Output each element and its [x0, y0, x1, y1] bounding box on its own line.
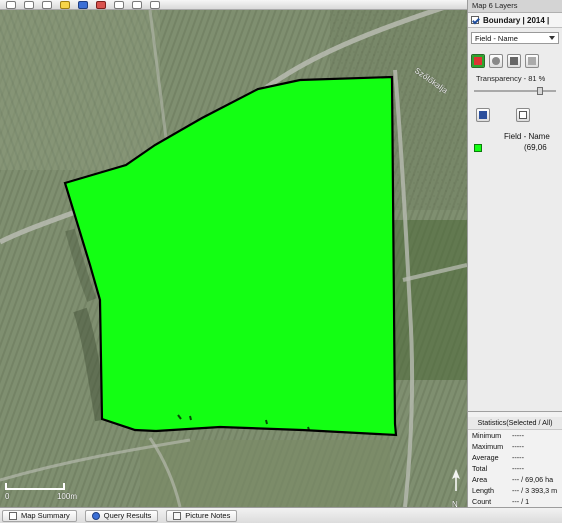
tool-icon-5[interactable] [78, 0, 88, 9]
stats-value: --- / 69,06 ha [512, 475, 554, 484]
field-name-select-value: Field - Name [475, 33, 518, 43]
tool-icon-4[interactable] [60, 0, 70, 9]
stats-row: Average ----- [468, 452, 562, 463]
aerial-map [0, 10, 467, 507]
statistics-title: Statistics(Selected / All) [468, 417, 562, 430]
legend-value: (69,06 [524, 143, 547, 152]
scale-labels: 0 100m [5, 492, 77, 501]
chart-button[interactable] [525, 54, 539, 68]
slider-thumb[interactable] [537, 87, 544, 95]
tab-picture-notes[interactable]: Picture Notes [166, 509, 238, 522]
scale-bar: 0 100m [5, 483, 77, 501]
tab-label: Query Results [103, 511, 152, 520]
stats-row: Maximum ----- [468, 441, 562, 452]
stats-key: Average [472, 453, 499, 462]
scale-bar-graphic [5, 483, 65, 490]
tab-label: Map Summary [21, 511, 70, 520]
stats-row: Total ----- [468, 463, 562, 474]
tool-icon-6[interactable] [96, 0, 106, 9]
stats-key: Minimum [472, 431, 502, 440]
palette-icon [474, 57, 482, 65]
bottom-tabs: Map Summary Query Results Picture Notes [0, 507, 562, 523]
map-canvas[interactable]: Szőlőkalja 0 100m N [0, 10, 467, 507]
tool-icon-7[interactable] [114, 0, 124, 9]
tool-icon-3[interactable] [42, 0, 52, 9]
legend-title: Field - Name [504, 132, 550, 141]
chevron-down-icon [549, 36, 555, 40]
gis-app-window: Szőlőkalja 0 100m N Map 6 Layers Boundar… [0, 0, 562, 523]
stats-key: Length [472, 486, 494, 495]
symbols-button[interactable] [489, 54, 503, 68]
stats-key: Area [472, 475, 488, 484]
stats-value: ----- [512, 464, 524, 473]
panel-spacer [468, 152, 562, 411]
tab-query-results[interactable]: Query Results [84, 509, 159, 522]
export-icon [479, 111, 487, 119]
statistics-rows: Minimum ----- Maximum ----- Average ----- Tota… [468, 430, 562, 507]
statistics-panel: Statistics(Selected / All) Minimum ----- M… [468, 411, 562, 507]
tool-icon-9[interactable] [150, 0, 160, 9]
attributes-button[interactable] [516, 108, 530, 122]
tab-map-summary[interactable]: Map Summary [2, 509, 77, 522]
panel-tools-row-2 [476, 108, 562, 122]
stats-key: Count [472, 497, 492, 506]
scale-left-label: 0 [5, 492, 10, 501]
bar-chart-icon [528, 57, 536, 65]
stats-row: Length --- / 3 393,3 m [468, 485, 562, 496]
legend-swatch [474, 143, 482, 152]
field-name-select[interactable]: Field - Name [471, 32, 559, 44]
layer-visibility-checkbox[interactable] [471, 16, 479, 24]
transparency-slider[interactable] [474, 86, 556, 96]
stats-value: ----- [512, 453, 524, 462]
help-icon [91, 511, 100, 520]
transparency-label: Transparency - 81 % [476, 74, 546, 83]
stats-key: Total [472, 464, 488, 473]
list-icon [510, 57, 518, 65]
camera-icon [173, 511, 182, 520]
layer-row-boundary[interactable]: Boundary | 2014 | [468, 13, 562, 28]
north-label: N [452, 500, 458, 507]
stats-row: Count --- / 1 [468, 496, 562, 507]
slider-track [474, 90, 556, 92]
map-summary-icon [9, 511, 17, 520]
layers-panel-title: Map 6 Layers [468, 0, 562, 13]
legend: Field - Name (69,06 [468, 132, 562, 152]
scale-right-label: 100m [56, 492, 77, 501]
north-arrow: N [451, 469, 461, 507]
dots-icon [492, 57, 500, 65]
style-button[interactable] [471, 54, 485, 68]
table-icon [519, 111, 527, 119]
tool-icon-1[interactable] [6, 0, 16, 9]
stats-row: Area --- / 69,06 ha [468, 474, 562, 485]
stats-value: ----- [512, 442, 524, 451]
stats-row: Minimum ----- [468, 430, 562, 441]
tool-icon-2[interactable] [24, 0, 34, 9]
layer-name: Boundary | 2014 | [483, 15, 550, 25]
legend-row: (69,06 [474, 143, 562, 152]
stats-value: --- / 3 393,3 m [512, 486, 558, 495]
list-style-button[interactable] [507, 54, 521, 68]
north-arrow-icon [452, 469, 460, 491]
export-button[interactable] [476, 108, 490, 122]
stats-key: Maximum [472, 442, 504, 451]
tool-icon-8[interactable] [132, 0, 142, 9]
stats-value: ----- [512, 431, 524, 440]
layers-panel: Map 6 Layers Boundary | 2014 | Field - N… [467, 0, 562, 507]
tab-label: Picture Notes [185, 511, 231, 520]
layer-tools-row [471, 54, 559, 68]
stats-value: --- / 1 [512, 497, 530, 506]
top-toolbar [0, 0, 467, 10]
